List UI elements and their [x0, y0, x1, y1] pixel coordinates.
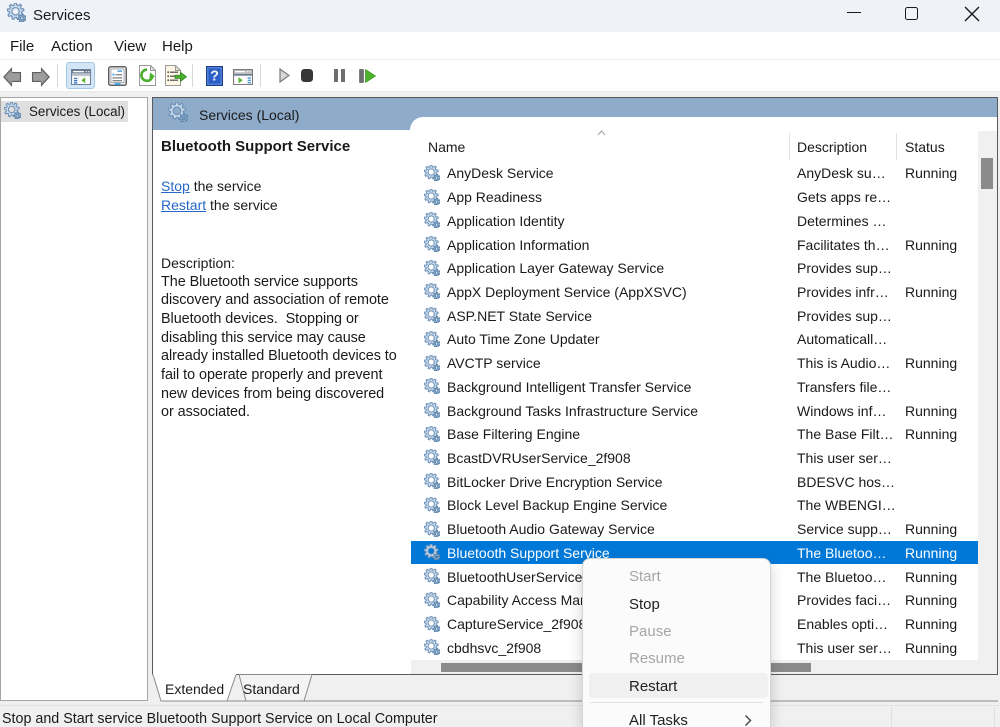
- svg-text:?: ?: [210, 69, 219, 85]
